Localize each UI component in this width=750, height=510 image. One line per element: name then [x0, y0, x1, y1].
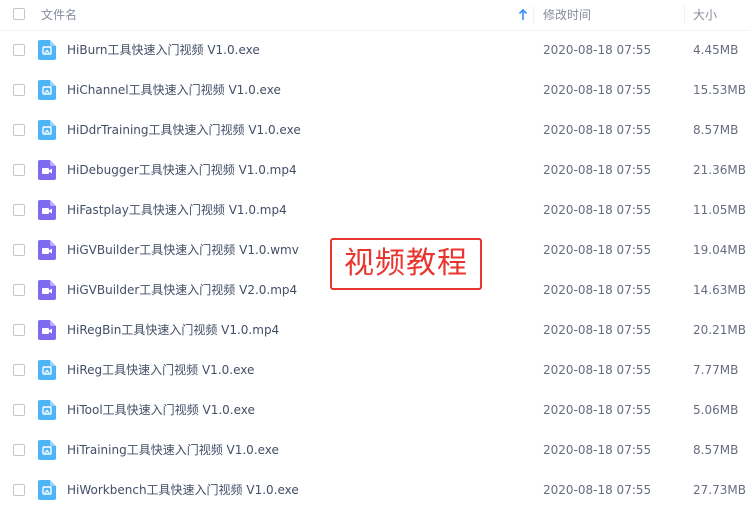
watermark-stamp: 视频教程: [330, 238, 482, 290]
row-checkbox[interactable]: [13, 204, 25, 216]
sort-ascending-icon[interactable]: [518, 8, 528, 22]
file-modified-time: 2020-08-18 07:55: [543, 123, 652, 137]
file-row[interactable]: HiRegBin工具快速入门视频 V1.0.mp4 2020-08-18 07:5…: [0, 310, 750, 350]
row-checkbox[interactable]: [13, 164, 25, 176]
file-size: 8.57MB: [693, 123, 739, 137]
file-modified-time: 2020-08-18 07:55: [543, 483, 652, 497]
file-size: 19.04MB: [693, 243, 746, 257]
file-modified-time: 2020-08-18 07:55: [543, 83, 652, 97]
app-icon: [38, 360, 56, 380]
file-modified-time: 2020-08-18 07:55: [543, 43, 652, 57]
video-icon: [38, 240, 56, 260]
file-modified-time: 2020-08-18 07:55: [543, 163, 652, 177]
file-name[interactable]: HiTool工具快速入门视频 V1.0.exe: [67, 390, 255, 430]
row-checkbox[interactable]: [13, 244, 25, 256]
file-size: 15.53MB: [693, 83, 746, 97]
file-row[interactable]: HiWorkbench工具快速入门视频 V1.0.exe 2020-08-18 0…: [0, 470, 750, 510]
column-divider[interactable]: [533, 6, 534, 24]
column-header-size[interactable]: 大小: [693, 0, 717, 30]
app-icon: [38, 400, 56, 420]
app-icon: [38, 440, 56, 460]
video-icon: [38, 320, 56, 340]
video-icon: [38, 160, 56, 180]
file-name[interactable]: HiDebugger工具快速入门视频 V1.0.mp4: [67, 150, 297, 190]
app-icon: [38, 480, 56, 500]
file-name[interactable]: HiDdrTraining工具快速入门视频 V1.0.exe: [67, 110, 301, 150]
file-name[interactable]: HiChannel工具快速入门视频 V1.0.exe: [67, 70, 281, 110]
file-size: 7.77MB: [693, 363, 739, 377]
file-name[interactable]: HiFastplay工具快速入门视频 V1.0.mp4: [67, 190, 287, 230]
file-name[interactable]: HiGVBuilder工具快速入门视频 V1.0.wmv: [67, 230, 299, 270]
file-row[interactable]: HiReg工具快速入门视频 V1.0.exe 2020-08-18 07:55 7.…: [0, 350, 750, 390]
row-checkbox[interactable]: [13, 484, 25, 496]
row-checkbox[interactable]: [13, 124, 25, 136]
file-row[interactable]: HiBurn工具快速入门视频 V1.0.exe 2020-08-18 07:55 4…: [0, 30, 750, 70]
file-size: 8.57MB: [693, 443, 739, 457]
file-modified-time: 2020-08-18 07:55: [543, 363, 652, 377]
file-row[interactable]: HiTraining工具快速入门视频 V1.0.exe 2020-08-18 07…: [0, 430, 750, 470]
file-row[interactable]: HiDdrTraining工具快速入门视频 V1.0.exe 2020-08-18…: [0, 110, 750, 150]
file-size: 14.63MB: [693, 283, 746, 297]
file-name[interactable]: HiRegBin工具快速入门视频 V1.0.mp4: [67, 310, 279, 350]
file-modified-time: 2020-08-18 07:55: [543, 203, 652, 217]
select-all-checkbox[interactable]: [13, 8, 25, 20]
row-checkbox[interactable]: [13, 84, 25, 96]
file-modified-time: 2020-08-18 07:55: [543, 403, 652, 417]
row-checkbox[interactable]: [13, 44, 25, 56]
row-checkbox[interactable]: [13, 284, 25, 296]
row-checkbox[interactable]: [13, 444, 25, 456]
row-checkbox[interactable]: [13, 364, 25, 376]
row-checkbox[interactable]: [13, 404, 25, 416]
file-row[interactable]: HiFastplay工具快速入门视频 V1.0.mp4 2020-08-18 07…: [0, 190, 750, 230]
column-header-name[interactable]: 文件名: [41, 0, 77, 30]
file-size: 5.06MB: [693, 403, 739, 417]
file-modified-time: 2020-08-18 07:55: [543, 443, 652, 457]
file-size: 20.21MB: [693, 323, 746, 337]
file-modified-time: 2020-08-18 07:55: [543, 323, 652, 337]
file-row[interactable]: HiDebugger工具快速入门视频 V1.0.mp4 2020-08-18 07…: [0, 150, 750, 190]
file-name[interactable]: HiBurn工具快速入门视频 V1.0.exe: [67, 30, 260, 70]
file-size: 21.36MB: [693, 163, 746, 177]
file-name[interactable]: HiWorkbench工具快速入门视频 V1.0.exe: [67, 470, 299, 510]
file-size: 27.73MB: [693, 483, 746, 497]
video-icon: [38, 280, 56, 300]
column-divider[interactable]: [684, 6, 685, 24]
row-checkbox[interactable]: [13, 324, 25, 336]
column-header-mtime[interactable]: 修改时间: [543, 0, 591, 30]
file-list-header: 文件名 修改时间 大小: [0, 0, 750, 31]
video-icon: [38, 200, 56, 220]
file-modified-time: 2020-08-18 07:55: [543, 243, 652, 257]
file-name[interactable]: HiReg工具快速入门视频 V1.0.exe: [67, 350, 254, 390]
file-row[interactable]: HiChannel工具快速入门视频 V1.0.exe 2020-08-18 07:…: [0, 70, 750, 110]
file-name[interactable]: HiTraining工具快速入门视频 V1.0.exe: [67, 430, 279, 470]
file-name[interactable]: HiGVBuilder工具快速入门视频 V2.0.mp4: [67, 270, 297, 310]
file-modified-time: 2020-08-18 07:55: [543, 283, 652, 297]
file-size: 11.05MB: [693, 203, 746, 217]
app-icon: [38, 80, 56, 100]
app-icon: [38, 40, 56, 60]
app-icon: [38, 120, 56, 140]
file-size: 4.45MB: [693, 43, 739, 57]
file-row[interactable]: HiTool工具快速入门视频 V1.0.exe 2020-08-18 07:55 5…: [0, 390, 750, 430]
